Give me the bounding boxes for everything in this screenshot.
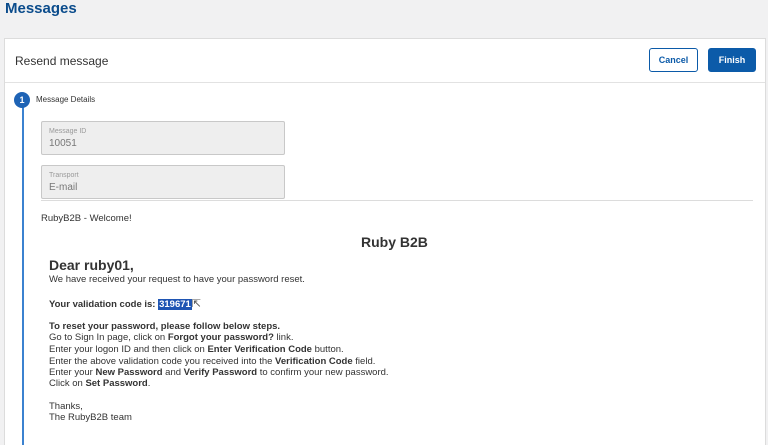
page-title: Messages [5, 0, 77, 17]
email-step-5-bold: Set Password [85, 378, 148, 389]
transport-field[interactable]: Transport E-mail [41, 165, 285, 199]
email-step-1-bold: Forgot your password? [167, 332, 274, 343]
email-step-4: Enter your New Password and Verify Passw… [49, 367, 389, 378]
email-brand-heading: Ruby B2B [361, 234, 428, 250]
email-step-5-end: . [147, 378, 151, 389]
email-step-4-end: to confirm your new password. [257, 367, 389, 378]
step-label: Message Details [36, 95, 96, 104]
message-id-value: 10051 [49, 138, 77, 149]
email-signature: The RubyB2B team [49, 412, 132, 423]
email-thanks: Thanks, [49, 401, 83, 412]
resend-message-card: Resend message Cancel Finish 1 Message D… [4, 38, 766, 445]
email-step-3: Enter the above validation code you rece… [49, 356, 375, 367]
steps-heading-text: To reset your password, please follow be… [49, 321, 281, 332]
step-number-badge: 1 [14, 92, 30, 108]
message-id-field[interactable]: Message ID 10051 [41, 121, 285, 155]
transport-value: E-mail [49, 182, 78, 193]
step-progress-line [22, 107, 24, 445]
email-step-3-text: Enter the above validation code you rece… [49, 356, 276, 367]
email-step-2: Enter your logon ID and then click on En… [49, 344, 344, 355]
email-step-2-bold: Enter Verification Code [207, 344, 312, 355]
email-step-1: Go to Sign In page, click on Forgot your… [49, 332, 293, 343]
email-step-4-bold-2: Verify Password [183, 367, 258, 378]
validation-code-line: Your validation code is: 319671⇱ [49, 297, 201, 310]
email-step-5: Click on Set Password. [49, 378, 150, 389]
email-step-4-mid: and [162, 367, 184, 378]
email-greeting: Dear ruby01, [49, 257, 134, 273]
email-step-2-end: button. [311, 344, 344, 355]
card-header: Resend message Cancel Finish [5, 39, 765, 83]
email-step-3-end: field. [352, 356, 376, 367]
finish-button[interactable]: Finish [708, 48, 756, 72]
email-intro: We have received your request to have yo… [49, 274, 305, 285]
cursor-icon: ⇱ [191, 298, 202, 310]
transport-label: Transport [49, 172, 79, 179]
divider [41, 200, 753, 201]
email-step-1-end: link. [273, 332, 294, 343]
steps-heading: To reset your password, please follow be… [49, 321, 280, 332]
email-subject: RubyB2B - Welcome! [41, 213, 132, 224]
cancel-button[interactable]: Cancel [649, 48, 698, 72]
email-step-4-bold-1: New Password [95, 367, 163, 378]
card-title: Resend message [15, 54, 109, 68]
validation-code[interactable]: 319671 [158, 299, 192, 310]
email-step-3-bold: Verification Code [275, 356, 353, 367]
validation-code-label: Your validation code is: [49, 299, 156, 310]
message-id-label: Message ID [49, 128, 87, 135]
email-step-2-text: Enter your logon ID and then click on [49, 344, 208, 355]
email-step-4-text: Enter your [49, 367, 96, 378]
email-step-5-text: Click on [49, 378, 86, 389]
email-step-1-text: Go to Sign In page, click on [49, 332, 168, 343]
